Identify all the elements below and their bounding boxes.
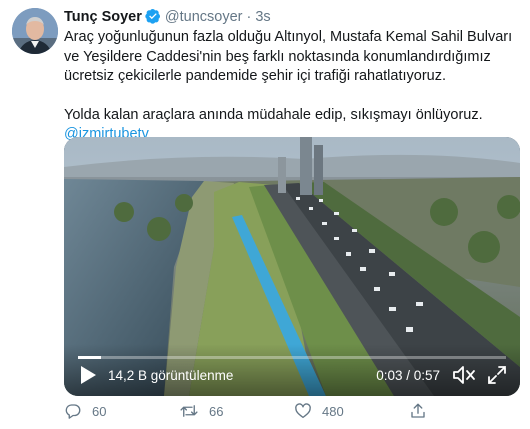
video-controls: 14,2 B görüntülenme 0:03 / 0:57 bbox=[64, 344, 520, 396]
reply-count: 60 bbox=[92, 403, 107, 419]
author-name[interactable]: Tunç Soyer bbox=[64, 9, 142, 25]
view-count: 14,2 B görüntülenme bbox=[108, 368, 234, 383]
video-player[interactable]: 14,2 B görüntülenme 0:03 / 0:57 bbox=[64, 137, 520, 396]
separator-dot: · bbox=[246, 9, 252, 25]
author-handle[interactable]: @tuncsoyer bbox=[165, 9, 243, 25]
tweet-text: Araç yoğunluğunun fazla olduğu Altınyol,… bbox=[64, 28, 514, 145]
like-icon bbox=[295, 403, 311, 419]
verified-icon bbox=[145, 8, 161, 30]
video-progress-bar[interactable] bbox=[78, 356, 506, 359]
like-button[interactable]: 480 bbox=[294, 402, 344, 420]
retweet-button[interactable]: 66 bbox=[179, 402, 223, 420]
tweet: Tunç Soyer @tuncsoyer · 3s Araç yoğunluğunu… bbox=[0, 0, 530, 429]
tweet-header: Tunç Soyer @tuncsoyer · 3s bbox=[64, 7, 271, 30]
play-icon[interactable] bbox=[78, 364, 98, 386]
retweet-icon bbox=[180, 405, 198, 417]
tweet-actions: 60 66 480 bbox=[64, 402, 520, 426]
retweet-count: 66 bbox=[209, 403, 224, 419]
tweet-paragraph-1: Araç yoğunluğunun fazla olduğu Altınyol,… bbox=[64, 29, 513, 84]
avatar[interactable] bbox=[12, 8, 58, 54]
reply-button[interactable]: 60 bbox=[64, 402, 106, 420]
video-progress-fill bbox=[78, 356, 101, 359]
like-count: 480 bbox=[322, 403, 344, 419]
share-button[interactable] bbox=[409, 402, 437, 420]
share-icon bbox=[411, 403, 425, 418]
tweet-time[interactable]: 3s bbox=[255, 9, 270, 25]
fullscreen-icon[interactable] bbox=[486, 364, 508, 386]
video-time: 0:03 / 0:57 bbox=[376, 368, 440, 383]
reply-icon bbox=[65, 404, 81, 419]
tweet-paragraph-2: Yolda kalan araçlara anında müdahale edi… bbox=[64, 106, 483, 123]
mute-icon[interactable] bbox=[452, 364, 476, 386]
